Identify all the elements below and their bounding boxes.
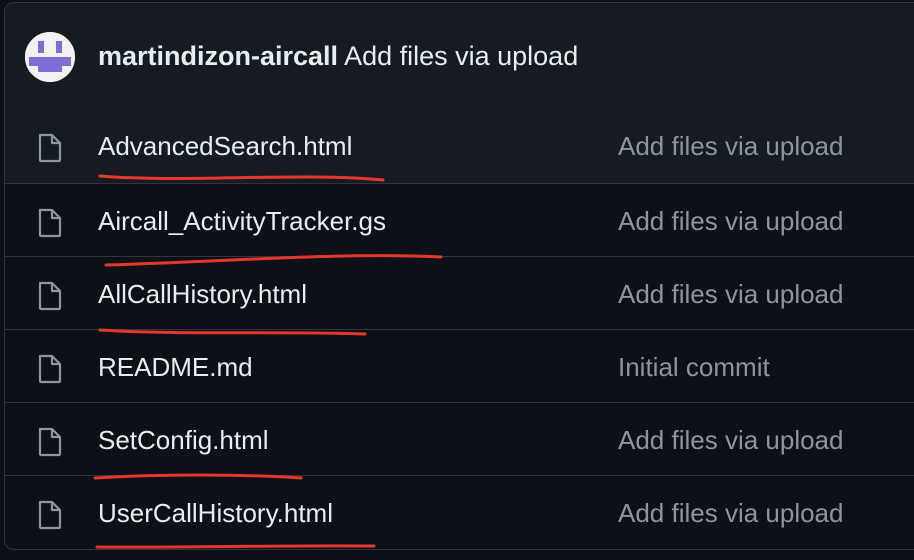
file-row[interactable]: AdvancedSearch.html Add files via upload [5, 109, 914, 184]
file-row[interactable]: Aircall_ActivityTracker.gs Add files via… [5, 184, 914, 257]
file-icon [38, 208, 62, 238]
file-name-link[interactable]: SetConfig.html [98, 425, 269, 456]
file-icon [38, 281, 62, 311]
file-list: AdvancedSearch.html Add files via upload… [5, 109, 914, 549]
file-name-link[interactable]: Aircall_ActivityTracker.gs [98, 206, 386, 237]
file-browser-panel: martindizon-aircall Add files via upload… [4, 2, 914, 550]
file-name-link[interactable]: UserCallHistory.html [98, 498, 333, 529]
file-commit-message-link[interactable]: Add files via upload [618, 279, 843, 310]
file-commit-message-link[interactable]: Add files via upload [618, 498, 843, 529]
latest-commit-header: martindizon-aircall Add files via upload [5, 3, 914, 110]
file-row[interactable]: UserCallHistory.html Add files via uploa… [5, 476, 914, 549]
file-icon [38, 354, 62, 384]
file-row[interactable]: README.md Initial commit [5, 330, 914, 403]
file-icon [38, 427, 62, 457]
commit-summary: martindizon-aircall Add files via upload [98, 41, 578, 72]
file-commit-message-link[interactable]: Add files via upload [618, 206, 843, 237]
avatar[interactable] [25, 32, 75, 82]
commit-message[interactable]: Add files via upload [344, 41, 578, 71]
file-row[interactable]: SetConfig.html Add files via upload [5, 403, 914, 476]
identicon-icon [25, 32, 75, 82]
commit-author[interactable]: martindizon-aircall [98, 41, 338, 71]
file-commit-message-link[interactable]: Initial commit [618, 352, 770, 383]
file-name-link[interactable]: AllCallHistory.html [98, 279, 307, 310]
file-commit-message-link[interactable]: Add files via upload [618, 131, 843, 162]
file-commit-message-link[interactable]: Add files via upload [618, 425, 843, 456]
file-name-link[interactable]: README.md [98, 352, 253, 383]
file-name-link[interactable]: AdvancedSearch.html [98, 131, 352, 162]
file-icon [38, 133, 62, 163]
file-row[interactable]: AllCallHistory.html Add files via upload [5, 257, 914, 330]
file-icon [38, 500, 62, 530]
